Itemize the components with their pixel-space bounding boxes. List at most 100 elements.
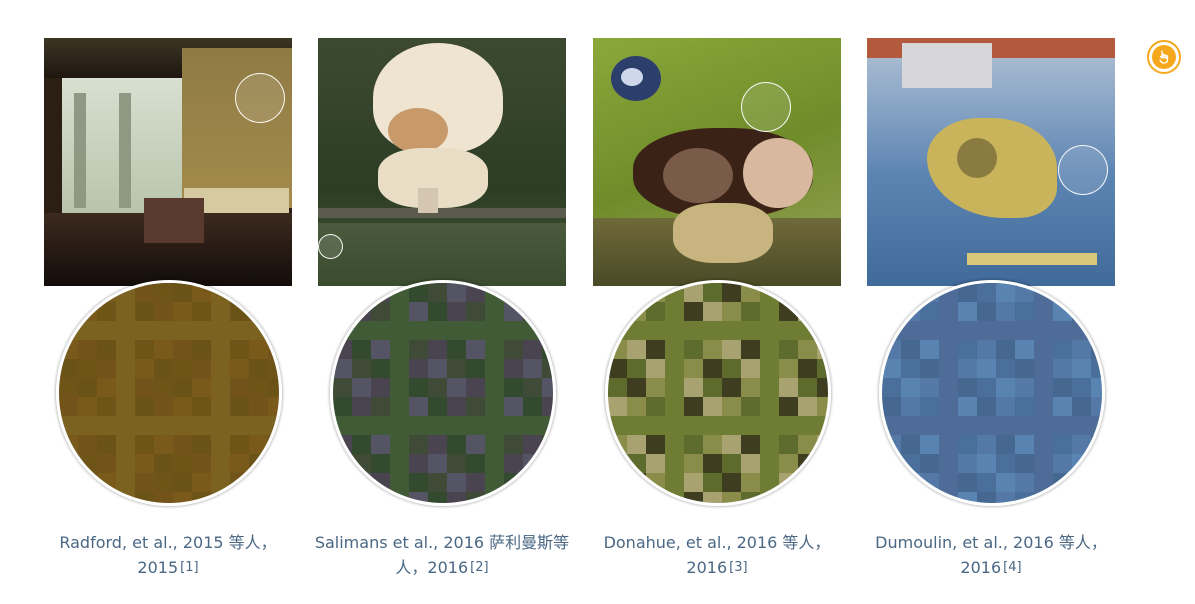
zoom-pixel	[428, 359, 447, 378]
reference-link[interactable]: [4]	[1003, 560, 1021, 575]
magnifier-lens[interactable]	[235, 73, 285, 123]
zoom-pixel	[1072, 492, 1091, 503]
zoom-pixel	[703, 492, 722, 503]
zoom-pixel	[249, 416, 268, 435]
magnifier-lens[interactable]	[741, 82, 791, 132]
zoom-pixel	[173, 283, 192, 302]
zoom-pixel	[1053, 454, 1072, 473]
zoom-pixel	[1034, 473, 1053, 492]
zoom-pixel	[901, 283, 920, 302]
zoom-pixel	[939, 283, 958, 302]
zoom-pixel	[230, 473, 249, 492]
zoom-pixel	[428, 283, 447, 302]
zoom-pixel	[760, 302, 779, 321]
zoom-pixel	[504, 378, 523, 397]
zoom-pixel	[230, 416, 249, 435]
zoom-pixel	[173, 473, 192, 492]
reference-link[interactable]: [1]	[180, 560, 198, 575]
zoom-pixel	[1091, 397, 1102, 416]
zoom-pixel	[901, 378, 920, 397]
zoom-pixel	[779, 283, 798, 302]
zoom-pixel	[703, 378, 722, 397]
zoom-pixel	[78, 283, 97, 302]
pointing-hand-icon	[1152, 45, 1176, 69]
zoom-pixel	[116, 492, 135, 503]
interaction-toggle-button[interactable]	[1147, 40, 1181, 74]
zoom-pixel	[939, 302, 958, 321]
zoom-pixel	[59, 283, 78, 302]
zoom-pixel	[882, 283, 901, 302]
zoom-pixel	[920, 473, 939, 492]
zoom-pixel	[333, 416, 352, 435]
reference-link[interactable]: [2]	[470, 560, 488, 575]
zoom-pixel	[249, 492, 268, 503]
zoom-pixel	[977, 435, 996, 454]
zoom-pixel	[230, 359, 249, 378]
zoom-pixel	[485, 492, 504, 503]
zoom-pixel	[504, 454, 523, 473]
zoom-pixel	[485, 340, 504, 359]
zoom-pixel	[627, 340, 646, 359]
zoom-pixel	[485, 302, 504, 321]
zoom-pixel	[646, 359, 665, 378]
zoom-pixel	[1034, 454, 1053, 473]
zoom-pixel	[409, 397, 428, 416]
zoom-pixel	[798, 283, 817, 302]
zoom-pixel	[608, 321, 627, 340]
zoom-pixel	[665, 302, 684, 321]
zoom-pixel	[996, 454, 1015, 473]
zoom-pixel	[249, 473, 268, 492]
zoom-pixel	[173, 340, 192, 359]
zoom-pixel	[882, 492, 901, 503]
zoom-pixel	[920, 435, 939, 454]
zoom-pixel	[333, 435, 352, 454]
zoom-pixel	[817, 321, 828, 340]
zoom-pixel	[211, 416, 230, 435]
zoom-pixel	[665, 359, 684, 378]
zoom-pixel	[192, 492, 211, 503]
magnifier-lens[interactable]	[318, 234, 343, 259]
zoom-pixel	[523, 283, 542, 302]
zoom-pixel	[78, 435, 97, 454]
zoom-pixel	[958, 359, 977, 378]
zoom-pixel	[920, 283, 939, 302]
zoom-pixel	[542, 359, 553, 378]
zoom-pixel	[116, 416, 135, 435]
figure-caption: Dumoulin, et al., 2016 等人，2016 [4]	[861, 530, 1121, 580]
zoom-pixel	[1053, 302, 1072, 321]
zoom-pixel	[779, 492, 798, 503]
reference-link[interactable]: [3]	[729, 560, 747, 575]
zoom-pixel	[59, 473, 78, 492]
zoom-pixel	[1015, 492, 1034, 503]
zoom-pixel	[882, 454, 901, 473]
zoom-pixel	[211, 359, 230, 378]
zoom-pixel	[192, 283, 211, 302]
zoom-pixel	[760, 416, 779, 435]
zoom-pixel	[703, 473, 722, 492]
zoom-pixel	[646, 492, 665, 503]
zoom-pixel	[608, 435, 627, 454]
zoom-pixel	[97, 321, 116, 340]
zoom-pixel	[154, 454, 173, 473]
zoom-pixel	[230, 397, 249, 416]
zoom-pixel	[249, 283, 268, 302]
zoom-pixel	[722, 378, 741, 397]
zoom-pixel	[798, 397, 817, 416]
zoom-pixel	[116, 435, 135, 454]
zoom-pixel	[352, 283, 371, 302]
zoom-pixel	[542, 321, 553, 340]
zoom-pixel	[371, 454, 390, 473]
magnifier-lens[interactable]	[1058, 145, 1108, 195]
zoom-pixel	[371, 302, 390, 321]
zoom-pixel	[939, 340, 958, 359]
zoom-pixel	[523, 321, 542, 340]
zoom-pixel	[665, 473, 684, 492]
zoom-pixel	[116, 321, 135, 340]
zoom-pixel	[760, 397, 779, 416]
zoom-pixel	[817, 302, 828, 321]
zoom-pixel	[116, 454, 135, 473]
zoom-pixel	[977, 321, 996, 340]
generated-image-animal	[318, 38, 566, 286]
zoom-pixel	[798, 302, 817, 321]
zoom-pixel	[627, 302, 646, 321]
